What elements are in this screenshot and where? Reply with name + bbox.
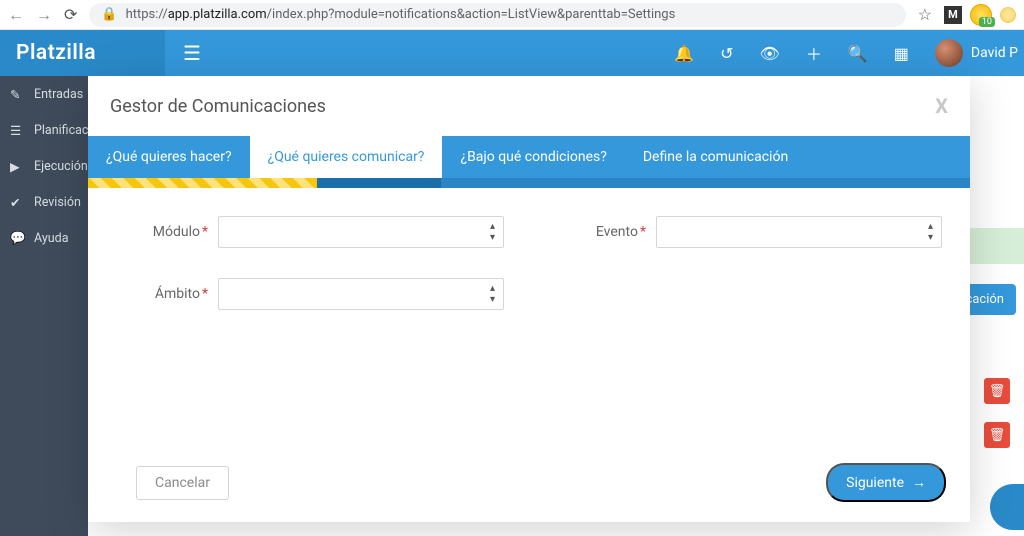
- sidebar-item-label: Planificación: [34, 123, 88, 138]
- extension-coin2-icon[interactable]: [1000, 7, 1016, 23]
- extension-icons: M 10: [944, 4, 1016, 26]
- plus-icon[interactable]: ＋: [806, 41, 822, 65]
- star-icon[interactable]: ☆: [918, 5, 932, 24]
- bg-trash-button-2[interactable]: 🗑: [984, 422, 1010, 448]
- search-icon[interactable]: 🔍: [848, 44, 868, 63]
- select-modulo[interactable]: ▴▾: [218, 216, 504, 248]
- reload-icon[interactable]: ⟳: [64, 5, 77, 24]
- step-3[interactable]: ¿Bajo qué condiciones?: [442, 136, 624, 178]
- history-icon[interactable]: ↺: [720, 44, 733, 63]
- select-evento[interactable]: ▴▾: [656, 216, 942, 248]
- pencil-icon: ✎: [10, 87, 24, 101]
- wizard-progress: [88, 178, 970, 188]
- step-1[interactable]: ¿Qué quieres hacer?: [88, 136, 250, 178]
- sidebar-item-ejecucion[interactable]: ▶ Ejecución: [0, 148, 88, 184]
- label-evento: Evento*: [554, 224, 646, 240]
- modal-title: Gestor de Comunicaciones: [110, 96, 326, 117]
- field-ambito: Ámbito* ▴▾: [116, 278, 504, 310]
- sidebar-item-label: Ayuda: [34, 231, 69, 246]
- select-ambito[interactable]: ▴▾: [218, 278, 504, 310]
- sidebar-item-label: Ejecución: [34, 159, 88, 174]
- apps-icon[interactable]: ▦: [894, 44, 909, 63]
- avatar: [935, 39, 963, 67]
- check-icon: ✔: [10, 195, 24, 209]
- sidebar-item-ayuda[interactable]: 💬 Ayuda: [0, 220, 88, 256]
- form: Módulo* ▴▾ Evento* ▴▾ Ámbito* ▴▾: [88, 188, 970, 449]
- sidebar: ✎ Entradas ☰ Planificación ▶ Ejecución ✔ Rev…: [0, 76, 88, 536]
- app-header: Platzilla ☰ 🔔 ↺ 👁 ＋ 🔍 ▦ David P: [0, 30, 1024, 76]
- next-button[interactable]: Siguiente→: [826, 463, 946, 502]
- browser-bar: ← → ⟳ 🔒 https://app.platzilla.com/index.…: [0, 0, 1024, 30]
- eye-icon[interactable]: 👁: [760, 44, 780, 63]
- extension-coin-icon[interactable]: 10: [970, 4, 992, 26]
- back-icon[interactable]: ←: [8, 5, 24, 25]
- step-2[interactable]: ¿Qué quieres comunicar?: [250, 136, 443, 178]
- brand-logo[interactable]: Platzilla: [0, 30, 165, 76]
- url-bar[interactable]: 🔒 https://app.platzilla.com/index.php?mo…: [89, 3, 905, 27]
- arrow-right-icon: →: [912, 474, 926, 491]
- fab-button[interactable]: [990, 484, 1024, 530]
- label-modulo: Módulo*: [116, 224, 208, 240]
- forward-icon[interactable]: →: [36, 5, 52, 25]
- play-icon: ▶: [10, 159, 24, 173]
- field-modulo: Módulo* ▴▾: [116, 216, 504, 248]
- wizard-steps: ¿Qué quieres hacer? ¿Qué quieres comunic…: [88, 136, 970, 178]
- label-ambito: Ámbito*: [116, 286, 208, 302]
- sidebar-item-planificacion[interactable]: ☰ Planificación: [0, 112, 88, 148]
- bg-trash-button-1[interactable]: 🗑: [984, 378, 1010, 404]
- url-text: https://app.platzilla.com/index.php?modu…: [126, 7, 676, 22]
- user-name: David P: [971, 45, 1018, 61]
- sidebar-item-label: Revisión: [34, 195, 81, 210]
- sidebar-item-entradas[interactable]: ✎ Entradas: [0, 76, 88, 112]
- close-icon[interactable]: X: [935, 94, 948, 118]
- modal: Gestor de Comunicaciones X ¿Qué quieres …: [88, 76, 970, 522]
- field-evento: Evento* ▴▾: [554, 216, 942, 248]
- sidebar-item-label: Entradas: [34, 87, 83, 102]
- step-4[interactable]: Define la comunicación: [625, 136, 806, 178]
- user-menu[interactable]: David P: [935, 39, 1018, 67]
- bell-icon[interactable]: 🔔: [674, 44, 694, 63]
- bg-row-highlight: [964, 228, 1024, 264]
- chat-icon: 💬: [10, 231, 24, 245]
- cancel-button[interactable]: Cancelar: [136, 466, 229, 500]
- lock-icon: 🔒: [101, 7, 117, 22]
- hamburger-icon[interactable]: ☰: [165, 41, 219, 65]
- sidebar-item-revision[interactable]: ✔ Revisión: [0, 184, 88, 220]
- list-icon: ☰: [10, 123, 24, 137]
- extension-m-icon[interactable]: M: [944, 6, 962, 24]
